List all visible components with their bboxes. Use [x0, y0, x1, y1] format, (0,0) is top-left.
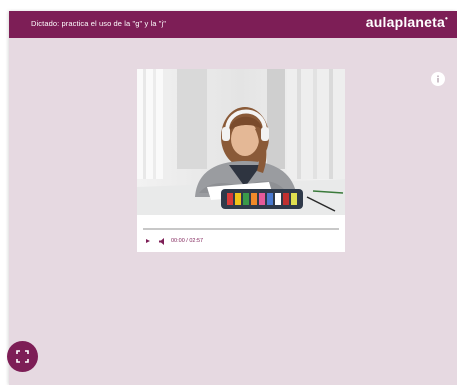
- fullscreen-icon[interactable]: [7, 341, 38, 372]
- audio-progress-track[interactable]: [143, 228, 339, 230]
- audio-player: 00:00 / 02:57: [137, 222, 345, 252]
- media-card: 00:00 / 02:57: [137, 69, 345, 252]
- audio-time: 00:00 / 02:57: [171, 238, 204, 244]
- photo-illustration: [137, 69, 345, 215]
- header-bar: Dictado: practica el uso de la "g" y la …: [9, 11, 457, 38]
- logo-text: aulaplaneta: [365, 14, 445, 30]
- play-icon[interactable]: [146, 239, 150, 243]
- volume-icon[interactable]: [159, 238, 165, 245]
- info-glyph: [437, 75, 439, 83]
- fullscreen-glyph: [16, 350, 29, 363]
- activity-photo: [137, 69, 345, 215]
- brand-logo: aulaplaneta•: [366, 14, 448, 30]
- activity-frame: Dictado: practica el uso de la "g" y la …: [9, 11, 457, 385]
- info-icon[interactable]: [431, 72, 445, 86]
- logo-mark: •: [444, 14, 448, 23]
- activity-title: Dictado: practica el uso de la "g" y la …: [31, 19, 167, 28]
